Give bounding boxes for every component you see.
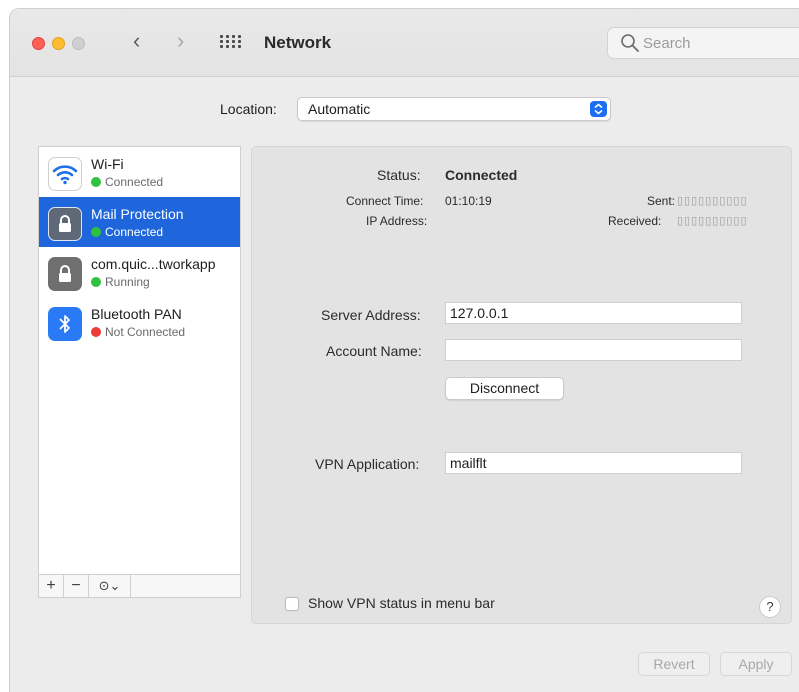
bluetooth-icon [48, 307, 82, 341]
service-status: Not Connected [91, 325, 185, 339]
service-list-toolbar: + − ⊙⌄ [39, 574, 240, 597]
revert-button[interactable]: Revert [638, 652, 710, 676]
service-name: Wi-Fi [91, 156, 124, 172]
window-title: Network [264, 33, 332, 52]
service-name: Mail Protection [91, 206, 184, 222]
remove-service-button[interactable]: − [64, 575, 89, 597]
search-placeholder: Search [643, 35, 691, 52]
vpn-application-field[interactable]: mailflt [445, 452, 742, 474]
location-select[interactable]: Automatic [297, 97, 611, 121]
close-window-button[interactable] [32, 37, 45, 50]
server-address-field[interactable]: 127.0.0.1 [445, 302, 742, 324]
status-dot [91, 227, 101, 237]
service-status: Connected [91, 225, 163, 239]
connect-time-value: 01:10:19 [445, 194, 492, 208]
disconnect-button[interactable]: Disconnect [445, 377, 564, 400]
vpn-detail-pane: Status: Connected Connect Time: 01:10:19… [251, 146, 792, 624]
zoom-window-button[interactable] [72, 37, 85, 50]
service-list: Wi-Fi Connected Mail Protection Connecte… [38, 146, 241, 598]
wifi-icon [48, 157, 82, 191]
service-status: Connected [91, 175, 163, 189]
lock-icon [48, 207, 82, 241]
received-meter: ▯▯▯▯▯▯▯▯▯▯ [677, 215, 748, 227]
add-service-button[interactable]: + [39, 575, 64, 597]
service-item-com-quic-networkapp[interactable]: com.quic...tworkapp Running [39, 247, 240, 297]
status-value: Connected [445, 167, 518, 183]
status-dot [91, 277, 101, 287]
connect-time-label: Connect Time: [346, 194, 424, 208]
account-name-field[interactable] [445, 339, 742, 361]
network-preferences-window: ‹ › Network Search Location: Automatic W… [9, 8, 799, 692]
back-button[interactable]: ‹ [133, 30, 140, 52]
search-icon [621, 34, 639, 52]
service-item-mail-protection[interactable]: Mail Protection Connected [39, 197, 240, 247]
minimize-window-button[interactable] [52, 37, 65, 50]
location-value: Automatic [308, 101, 371, 117]
status-dot [91, 327, 101, 337]
apply-button[interactable]: Apply [720, 652, 792, 676]
location-label: Location: [220, 101, 277, 117]
lock-icon [48, 257, 82, 291]
status-dot [91, 177, 101, 187]
search-field[interactable]: Search [607, 27, 799, 59]
title-bar: ‹ › Network Search [10, 9, 799, 77]
forward-button[interactable]: › [177, 30, 184, 52]
status-label: Status: [377, 167, 421, 183]
service-item-wifi[interactable]: Wi-Fi Connected [39, 147, 240, 197]
received-label: Received: [608, 214, 662, 228]
sent-label: Sent: [647, 194, 676, 208]
vpn-application-label: VPN Application: [315, 456, 420, 472]
service-item-bluetooth-pan[interactable]: Bluetooth PAN Not Connected [39, 297, 240, 347]
server-address-label: Server Address: [321, 307, 421, 323]
sent-meter: ▯▯▯▯▯▯▯▯▯▯ [677, 195, 748, 207]
action-menu-button[interactable]: ⊙⌄ [89, 575, 131, 597]
account-name-label: Account Name: [326, 343, 422, 359]
chevron-up-down-icon [590, 101, 607, 117]
show-vpn-status-label: Show VPN status in menu bar [308, 595, 495, 611]
show-vpn-status-checkbox[interactable] [285, 597, 299, 611]
service-name: Bluetooth PAN [91, 306, 182, 322]
service-status: Running [91, 275, 150, 289]
help-button[interactable]: ? [759, 596, 781, 618]
service-name: com.quic...tworkapp [91, 256, 216, 272]
show-all-grid-icon[interactable] [220, 35, 242, 51]
ip-address-label: IP Address: [366, 214, 428, 228]
